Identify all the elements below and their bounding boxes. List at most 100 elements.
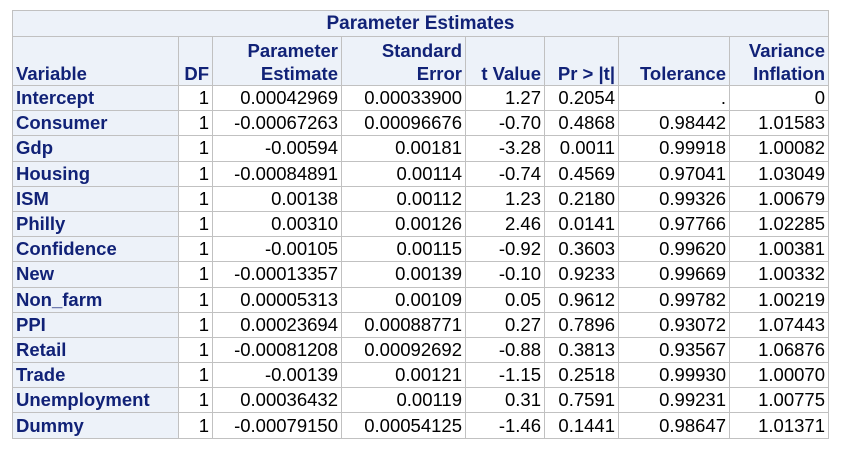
cell-standard-error: 0.00096676 <box>341 110 466 137</box>
cell-parameter-estimate: 0.00036432 <box>212 387 342 414</box>
table-row: Dummy 1 -0.00079150 0.00054125 -1.46 0.1441 0.… <box>12 412 829 439</box>
cell-parameter-estimate: -0.00067263 <box>212 110 342 137</box>
cell-variance-inflation: 1.02285 <box>729 210 829 238</box>
cell-variance-inflation: 1.01583 <box>729 110 829 137</box>
cell-parameter-estimate: -0.00084891 <box>212 160 342 187</box>
table-row: Non_farm 1 0.00005313 0.00109 0.05 0.9612 0.99… <box>12 286 829 313</box>
column-header-standard-error-line2: Error <box>416 63 462 84</box>
column-header-variable: Variable <box>12 36 179 86</box>
cell-pr-t: 0.3603 <box>544 236 619 263</box>
cell-tolerance: 0.99782 <box>618 286 730 313</box>
cell-parameter-estimate: -0.00105 <box>212 236 342 263</box>
cell-df: 1 <box>178 387 213 414</box>
cell-pr-t: 0.9612 <box>544 286 619 313</box>
cell-pr-t: 0.7591 <box>544 387 619 414</box>
cell-standard-error: 0.00181 <box>341 135 466 162</box>
cell-t-value: -0.70 <box>465 110 545 137</box>
cell-tolerance: 0.93072 <box>618 311 730 338</box>
cell-df: 1 <box>178 135 213 162</box>
cell-variable: Housing <box>12 160 179 187</box>
column-header-parameter-estimate-line2: Estimate <box>260 63 338 84</box>
table-row: ISM 1 0.00138 0.00112 1.23 0.2180 0.99326 1.006… <box>12 185 829 212</box>
cell-pr-t: 0.9233 <box>544 261 619 288</box>
cell-variable: Retail <box>12 336 179 364</box>
cell-t-value: -0.10 <box>465 261 545 288</box>
cell-df: 1 <box>178 412 213 439</box>
cell-standard-error: 0.00121 <box>341 362 466 389</box>
cell-t-value: -0.92 <box>465 236 545 263</box>
column-header-standard-error: Standard Error <box>341 36 466 86</box>
cell-variable: Philly <box>12 210 179 238</box>
cell-standard-error: 0.00112 <box>341 185 466 212</box>
cell-variance-inflation: 1.01371 <box>729 412 829 439</box>
cell-df: 1 <box>178 311 213 338</box>
cell-variance-inflation: 1.06876 <box>729 336 829 364</box>
cell-variance-inflation: 1.00070 <box>729 362 829 389</box>
column-header-pr-t: Pr > |t| <box>544 36 619 86</box>
cell-variance-inflation: 1.00381 <box>729 236 829 263</box>
cell-variance-inflation: 1.00679 <box>729 185 829 212</box>
table-row: Trade 1 -0.00139 0.00121 -1.15 0.2518 0.99930 1… <box>12 362 829 389</box>
cell-tolerance: . <box>618 84 730 112</box>
cell-t-value: -1.15 <box>465 362 545 389</box>
cell-t-value: 2.46 <box>465 210 545 238</box>
cell-standard-error: 0.00114 <box>341 160 466 187</box>
cell-variable: Trade <box>12 362 179 389</box>
cell-variance-inflation: 0 <box>729 84 829 112</box>
cell-variable: Gdp <box>12 135 179 162</box>
cell-variable: Dummy <box>12 412 179 439</box>
table-row: Intercept 1 0.00042969 0.00033900 1.27 0.2054… <box>12 84 829 112</box>
cell-parameter-estimate: -0.00081208 <box>212 336 342 364</box>
table-row: Confidence 1 -0.00105 0.00115 -0.92 0.3603 0.9… <box>12 236 829 263</box>
cell-standard-error: 0.00126 <box>341 210 466 238</box>
cell-variance-inflation: 1.07443 <box>729 311 829 338</box>
cell-df: 1 <box>178 84 213 112</box>
cell-tolerance: 0.97766 <box>618 210 730 238</box>
table-row: Retail 1 -0.00081208 0.00092692 -0.88 0.3813 0… <box>12 336 829 364</box>
cell-variable: PPI <box>12 311 179 338</box>
table-row: Gdp 1 -0.00594 0.00181 -3.28 0.0011 0.99918 1.0… <box>12 135 829 162</box>
cell-parameter-estimate: -0.00594 <box>212 135 342 162</box>
cell-tolerance: 0.97041 <box>618 160 730 187</box>
column-header-parameter-estimate-line1: Parameter <box>247 40 338 61</box>
cell-pr-t: 0.2054 <box>544 84 619 112</box>
cell-variance-inflation: 1.00219 <box>729 286 829 313</box>
cell-tolerance: 0.99326 <box>618 185 730 212</box>
cell-standard-error: 0.00054125 <box>341 412 466 439</box>
cell-variable: Consumer <box>12 110 179 137</box>
column-header-variance-inflation-line2: Inflation <box>753 63 825 84</box>
cell-pr-t: 0.2518 <box>544 362 619 389</box>
cell-t-value: 0.05 <box>465 286 545 313</box>
cell-t-value: -3.28 <box>465 135 545 162</box>
cell-df: 1 <box>178 336 213 364</box>
table-body: Intercept 1 0.00042969 0.00033900 1.27 0.2054… <box>12 84 829 439</box>
cell-tolerance: 0.98647 <box>618 412 730 439</box>
cell-variable: Intercept <box>12 84 179 112</box>
cell-standard-error: 0.00139 <box>341 261 466 288</box>
cell-tolerance: 0.98442 <box>618 110 730 137</box>
cell-variable: Confidence <box>12 236 179 263</box>
cell-standard-error: 0.00115 <box>341 236 466 263</box>
column-header-variance-inflation: Variance Inflation <box>729 36 829 86</box>
cell-variance-inflation: 1.00332 <box>729 261 829 288</box>
cell-t-value: -0.74 <box>465 160 545 187</box>
table-title: Parameter Estimates <box>12 10 829 37</box>
column-header-t-value: t Value <box>465 36 545 86</box>
cell-parameter-estimate: 0.00138 <box>212 185 342 212</box>
cell-variable: Non_farm <box>12 286 179 313</box>
cell-parameter-estimate: -0.00079150 <box>212 412 342 439</box>
cell-standard-error: 0.00033900 <box>341 84 466 112</box>
cell-t-value: -1.46 <box>465 412 545 439</box>
cell-df: 1 <box>178 110 213 137</box>
cell-variable: New <box>12 261 179 288</box>
cell-t-value: 1.27 <box>465 84 545 112</box>
cell-parameter-estimate: 0.00023694 <box>212 311 342 338</box>
cell-variance-inflation: 1.00775 <box>729 387 829 414</box>
table-row: Philly 1 0.00310 0.00126 2.46 0.0141 0.97766 1.… <box>12 210 829 238</box>
cell-parameter-estimate: 0.00042969 <box>212 84 342 112</box>
cell-variance-inflation: 1.00082 <box>729 135 829 162</box>
cell-tolerance: 0.99918 <box>618 135 730 162</box>
cell-tolerance: 0.99620 <box>618 236 730 263</box>
cell-t-value: 0.27 <box>465 311 545 338</box>
cell-pr-t: 0.1441 <box>544 412 619 439</box>
